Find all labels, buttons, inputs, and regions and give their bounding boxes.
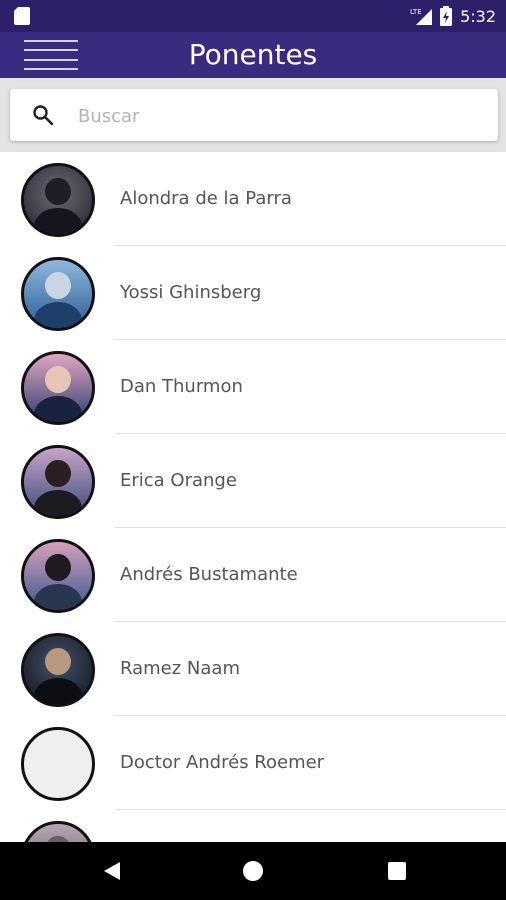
- sim-card-icon: [14, 7, 30, 25]
- list-item[interactable]: Ramez Naam: [0, 622, 506, 716]
- menu-line: [24, 67, 78, 70]
- menu-line: [24, 58, 78, 61]
- speaker-name: Doctor Andrés Roemer: [120, 752, 325, 773]
- status-icons: LTE 5:32: [410, 0, 496, 32]
- speaker-name: Ramez Naam: [120, 658, 240, 679]
- recent-apps-icon[interactable]: [385, 859, 409, 883]
- avatar-placeholder: [21, 727, 95, 801]
- search-area: [0, 78, 506, 152]
- list-item[interactable]: Erica Orange: [0, 434, 506, 528]
- avatar-head: [45, 554, 71, 582]
- network-label: LTE: [410, 8, 422, 16]
- back-icon[interactable]: [100, 859, 124, 883]
- avatar: [21, 257, 95, 331]
- avatar-head: [45, 178, 71, 206]
- avatar: [21, 821, 95, 842]
- avatar: [21, 163, 95, 237]
- list-item[interactable]: Andrés Bustamante: [0, 528, 506, 622]
- avatar-shoulders: [34, 584, 82, 610]
- avatar: [21, 633, 95, 707]
- speaker-list: Alondra de la Parra Yossi Ghinsberg Dan …: [0, 152, 506, 842]
- avatar-head: [45, 366, 71, 394]
- search-icon: [33, 105, 54, 126]
- avatar-shoulders: [34, 302, 82, 328]
- menu-line: [24, 40, 78, 42]
- avatar-head: [45, 272, 71, 300]
- navigation-bar: [0, 842, 506, 900]
- speaker-name: Dan Thurmon: [120, 376, 243, 397]
- avatar-shoulders: [34, 208, 82, 234]
- speaker-name: Yossi Ghinsberg: [120, 282, 262, 303]
- avatar: [21, 445, 95, 519]
- list-item[interactable]: [0, 810, 506, 842]
- avatar-shoulders: [34, 490, 82, 516]
- hamburger-menu-icon[interactable]: [24, 40, 78, 70]
- signal-icon: LTE: [410, 8, 433, 25]
- search-input[interactable]: [76, 99, 480, 133]
- avatar-head: [45, 648, 71, 676]
- avatar-shoulders: [34, 396, 82, 422]
- battery-charging-icon: [440, 6, 453, 26]
- avatar: [21, 351, 95, 425]
- clock: 5:32: [460, 6, 496, 26]
- speaker-name: Alondra de la Parra: [120, 188, 292, 209]
- menu-line: [24, 49, 78, 52]
- avatar: [21, 539, 95, 613]
- avatar-head: [45, 460, 71, 488]
- list-item[interactable]: Dan Thurmon: [0, 340, 506, 434]
- app-bar: Ponentes: [0, 32, 506, 78]
- list-item[interactable]: Yossi Ghinsberg: [0, 246, 506, 340]
- status-bar: LTE 5:32: [0, 0, 506, 32]
- avatar-shoulders: [34, 678, 82, 704]
- home-icon[interactable]: [241, 859, 265, 883]
- search-box[interactable]: [10, 89, 498, 141]
- speaker-name: Erica Orange: [120, 470, 237, 491]
- list-item[interactable]: Alondra de la Parra: [0, 152, 506, 246]
- speaker-name: Andrés Bustamante: [120, 564, 298, 585]
- list-item[interactable]: Doctor Andrés Roemer: [0, 716, 506, 810]
